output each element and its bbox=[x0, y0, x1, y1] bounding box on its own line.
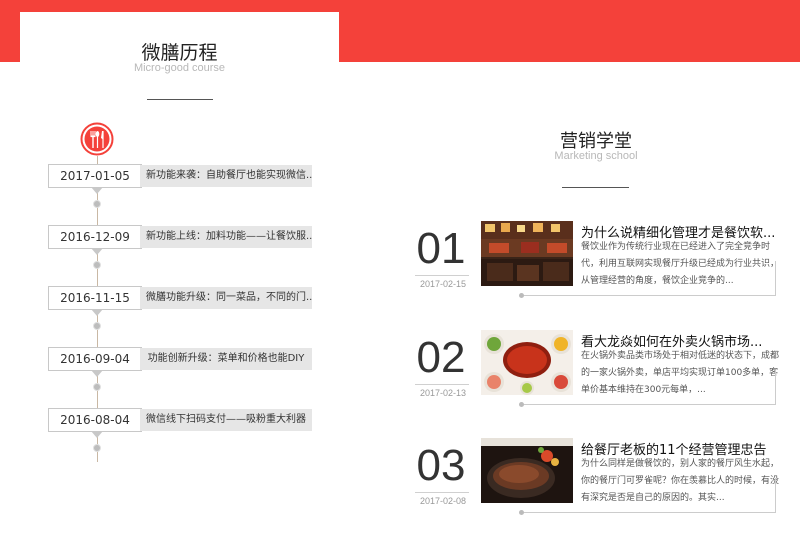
timeline-pointer bbox=[91, 248, 103, 255]
timeline-dot bbox=[93, 261, 101, 269]
article-number: 02 bbox=[416, 333, 466, 382]
card-frame-line bbox=[775, 370, 776, 404]
article-excerpt: 为什么同样是做餐饮的，别人家的餐厅风生水起，你的餐厅门可罗雀呢？你在羡慕比人的时… bbox=[581, 459, 780, 503]
timeline-date: 2017-01-05 bbox=[48, 164, 142, 188]
title-underline bbox=[147, 99, 213, 100]
card-frame-dot bbox=[519, 402, 524, 407]
timeline-pointer bbox=[91, 370, 103, 377]
course-subtitle: Micro-good course bbox=[133, 62, 226, 74]
title-underline bbox=[562, 187, 629, 188]
timeline-pointer bbox=[91, 309, 103, 316]
card-frame-dot bbox=[519, 293, 524, 298]
article-card[interactable]: 02 2017-02-13 看大龙焱如何在外卖火锅市场... 在火锅外卖品类市场… bbox=[413, 330, 793, 430]
article-excerpt: 在火锅外卖品类市场处于相对低迷的状态下，成都的一家火锅外卖，单店平均实现订单10… bbox=[581, 351, 780, 395]
timeline-date: 2016-09-04 bbox=[48, 347, 142, 371]
card-frame-line bbox=[521, 295, 776, 296]
card-frame-dot bbox=[519, 510, 524, 515]
article-number: 01 bbox=[416, 224, 466, 273]
timeline-date: 2016-08-04 bbox=[48, 408, 142, 432]
timeline-headline[interactable]: 新功能来袭：自助餐厅也能实现微信... bbox=[140, 165, 312, 187]
article-excerpt: 餐饮业作为传统行业现在已经进入了完全竞争时代，利用互联网实现餐厅升级已经成为行业… bbox=[581, 242, 780, 286]
timeline-dot bbox=[93, 200, 101, 208]
fork-spoon-knife-icon bbox=[80, 122, 114, 156]
article-card[interactable]: 03 2017-02-08 给餐厅老板的11个经营管理忠告 为什么同样是做餐饮的… bbox=[413, 438, 793, 538]
card-frame-line bbox=[775, 478, 776, 512]
timeline-date: 2016-11-15 bbox=[48, 286, 142, 310]
timeline-item[interactable]: 2016-11-15 微膳功能升级：同一菜品，不同的门... bbox=[48, 286, 314, 316]
timeline-item[interactable]: 2017-01-05 新功能来袭：自助餐厅也能实现微信... bbox=[48, 164, 314, 194]
marketing-subtitle: Marketing school bbox=[554, 150, 638, 162]
timeline-pointer bbox=[91, 187, 103, 194]
timeline-headline[interactable]: 新功能上线：加料功能——让餐饮服... bbox=[140, 226, 312, 248]
article-date: 2017-02-08 bbox=[419, 496, 467, 506]
article-thumbnail-restaurant[interactable] bbox=[481, 221, 573, 286]
timeline-dot bbox=[93, 322, 101, 330]
timeline-pointer bbox=[91, 431, 103, 438]
course-title: 微膳历程 bbox=[141, 42, 218, 64]
number-divider bbox=[415, 384, 469, 385]
timeline-dot bbox=[93, 383, 101, 391]
timeline-headline[interactable]: 微信线下扫码支付——吸粉重大利器 bbox=[140, 409, 312, 431]
timeline-date: 2016-12-09 bbox=[48, 225, 142, 249]
timeline-item[interactable]: 2016-08-04 微信线下扫码支付——吸粉重大利器 bbox=[48, 408, 314, 438]
article-thumbnail-hotpot[interactable] bbox=[481, 330, 573, 395]
timeline-dot bbox=[93, 444, 101, 452]
card-frame-line bbox=[775, 261, 776, 295]
timeline-item[interactable]: 2016-09-04 功能创新升级：菜单和价格也能DIY bbox=[48, 347, 314, 377]
card-frame-line bbox=[521, 512, 776, 513]
article-number: 03 bbox=[416, 441, 466, 490]
timeline-headline[interactable]: 微膳功能升级：同一菜品，不同的门... bbox=[140, 287, 312, 309]
article-date: 2017-02-13 bbox=[419, 388, 467, 398]
timeline-headline[interactable]: 功能创新升级：菜单和价格也能DIY bbox=[140, 348, 312, 370]
number-divider bbox=[415, 275, 469, 276]
card-frame-line bbox=[521, 404, 776, 405]
article-thumbnail-steak[interactable] bbox=[481, 438, 573, 503]
number-divider bbox=[415, 492, 469, 493]
timeline-item[interactable]: 2016-12-09 新功能上线：加料功能——让餐饮服... bbox=[48, 225, 314, 255]
article-card[interactable]: 01 2017-02-15 为什么说精细化管理才是餐饮软... 餐饮业作为传统行… bbox=[413, 221, 793, 321]
article-date: 2017-02-15 bbox=[419, 279, 467, 289]
